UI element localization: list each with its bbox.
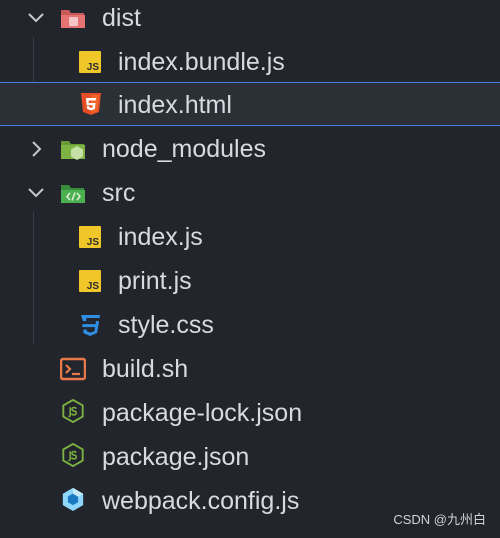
webpack-file-icon: [62, 487, 84, 511]
tree-item-src[interactable]: src: [0, 171, 500, 215]
chevron-down-icon[interactable]: [24, 181, 48, 205]
tree-item-package-json[interactable]: package.json: [0, 435, 500, 479]
tree-item-label: package.json: [102, 443, 250, 471]
tree-item-build-sh[interactable]: build.sh: [0, 347, 500, 391]
folder-dist-open-icon: [61, 10, 85, 28]
tree-item-label: index.bundle.js: [118, 48, 285, 76]
javascript-file-icon: JS: [77, 50, 103, 74]
html5-file-icon: [81, 93, 101, 115]
javascript-file-icon: JS: [77, 269, 103, 293]
tree-item-node-modules[interactable]: node_modules: [0, 127, 500, 171]
css3-file-icon: [81, 315, 100, 336]
tree-item-label: print.js: [118, 267, 192, 295]
javascript-file-icon: JS: [77, 225, 103, 249]
tree-item-package-lock-json[interactable]: package-lock.json: [0, 391, 500, 435]
tree-item-index-bundle-js[interactable]: JS index.bundle.js: [0, 40, 500, 84]
nodejs-file-icon: [62, 399, 84, 423]
watermark: CSDN @九州白: [393, 512, 486, 527]
chevron-down-icon[interactable]: [24, 6, 48, 30]
folder-src-open-icon: [61, 185, 85, 203]
chevron-right-icon[interactable]: [24, 137, 48, 161]
tree-item-dist[interactable]: dist: [0, 0, 500, 40]
tree-item-label: package-lock.json: [102, 399, 303, 427]
tree-item-index-js[interactable]: JS index.js: [0, 215, 500, 259]
nodejs-file-icon: [62, 443, 84, 467]
tree-item-label: node_modules: [102, 135, 267, 163]
tree-item-print-js[interactable]: JS print.js: [0, 259, 500, 303]
file-explorer-tree: dist JS index.bundle.js index.html node_…: [0, 0, 500, 538]
tree-item-label: index.js: [118, 223, 203, 251]
tree-item-label: index.html: [118, 91, 232, 119]
tree-item-index-html[interactable]: index.html: [0, 82, 500, 126]
shell-script-icon: [60, 357, 86, 381]
tree-item-label: dist: [102, 4, 141, 32]
tree-item-label: build.sh: [102, 355, 189, 383]
tree-item-label: webpack.config.js: [102, 487, 300, 515]
tree-item-style-css[interactable]: style.css: [0, 303, 500, 347]
folder-node-icon: [61, 141, 85, 160]
tree-item-label: style.css: [118, 311, 214, 339]
tree-item-label: src: [102, 179, 136, 207]
